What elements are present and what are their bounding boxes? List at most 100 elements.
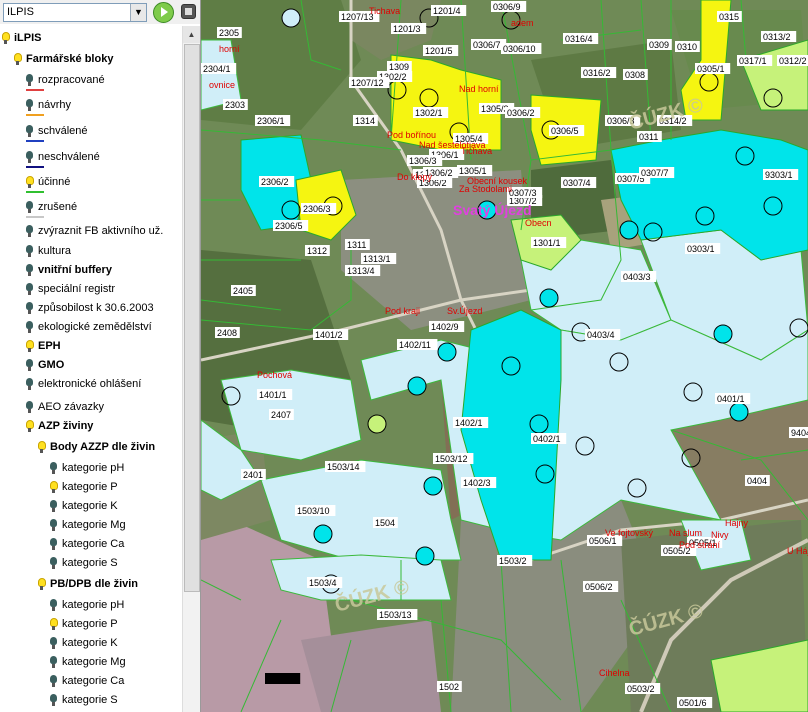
parcel-label: 1402/9: [431, 322, 459, 332]
parcel-label: 0403/4: [587, 330, 615, 340]
bulb-on-icon[interactable]: [38, 578, 46, 590]
parcel-label: 2408: [217, 328, 237, 338]
bulb-on-icon[interactable]: [50, 618, 58, 630]
bulb-off-icon[interactable]: [26, 125, 33, 137]
tree-item[interactable]: kategorie Mg: [0, 655, 182, 671]
tree-item[interactable]: neschválené: [0, 150, 182, 168]
locality-label: Za Stodolami: [459, 184, 512, 194]
bulb-off-icon[interactable]: [26, 321, 33, 333]
bulb-off-icon[interactable]: [50, 656, 57, 668]
layer-set-dropdown[interactable]: ILPIS ▼: [3, 3, 147, 22]
bulb-off-icon[interactable]: [26, 378, 33, 390]
tree-item[interactable]: kategorie S: [0, 693, 182, 709]
tree-item[interactable]: účinné: [0, 175, 182, 193]
bulb-off-icon[interactable]: [26, 359, 33, 371]
tree-item[interactable]: ekologické zemědělství: [0, 320, 182, 336]
tree-item[interactable]: AEO závazky: [0, 400, 182, 416]
tree-item[interactable]: zvýraznit FB aktivního už.: [0, 224, 182, 240]
parcel-label: 0306/5: [551, 126, 579, 136]
tree-item[interactable]: kategorie K: [0, 499, 182, 515]
chevron-down-icon[interactable]: ▼: [130, 4, 146, 21]
bulb-off-icon[interactable]: [50, 500, 57, 512]
bulb-off-icon[interactable]: [26, 401, 33, 413]
locality-label: ovnice: [209, 80, 235, 90]
parcel-label: 1503/12: [435, 454, 468, 464]
locality-label: Pochová: [257, 370, 292, 380]
parcel-label: 0310: [677, 42, 697, 52]
bulb-off-icon[interactable]: [26, 245, 33, 257]
locality-label: Ve fojtovský: [605, 528, 654, 538]
bulb-on-icon[interactable]: [2, 32, 10, 44]
tree-item[interactable]: iLPIS: [0, 31, 182, 47]
parcel-label: 1402/3: [463, 478, 491, 488]
map-canvas[interactable]: 1207/131201/4 0306/903152305 1201/30306/70…: [201, 0, 808, 712]
tree-item[interactable]: vnitřní buffery: [0, 263, 182, 279]
bulb-off-icon[interactable]: [50, 538, 57, 550]
bulb-off-icon[interactable]: [50, 637, 57, 649]
parcel-label: 1503/4: [309, 578, 337, 588]
tree-item[interactable]: kategorie pH: [0, 461, 182, 477]
parcel-label: 2306/5: [275, 221, 303, 231]
tree-item[interactable]: EPH: [0, 339, 182, 355]
bulb-on-icon[interactable]: [26, 340, 34, 352]
bulb-off-icon[interactable]: [26, 74, 33, 86]
tree-item[interactable]: PB/DPB dle živin: [0, 577, 182, 593]
parcel-label: 0402/1: [533, 434, 561, 444]
bulb-off-icon[interactable]: [26, 225, 33, 237]
map-view[interactable]: 1207/13 1201/4 0306/9 0315 2305 1201/3 0306/7 0…: [201, 0, 808, 712]
parcel-label: 0403/3: [623, 272, 651, 282]
tree-item[interactable]: zrušené: [0, 200, 182, 218]
stop-button[interactable]: [181, 4, 196, 19]
tree-item[interactable]: kategorie Ca: [0, 537, 182, 553]
tree-item[interactable]: kategorie Mg: [0, 518, 182, 534]
locality-label: Hajny: [725, 518, 749, 528]
tree-item[interactable]: návrhy: [0, 98, 182, 116]
tree-item[interactable]: AZP živiny: [0, 419, 182, 435]
bulb-on-icon[interactable]: [26, 176, 34, 188]
bulb-off-icon[interactable]: [26, 302, 33, 314]
tree-item[interactable]: kategorie K: [0, 636, 182, 652]
bulb-off-icon[interactable]: [50, 599, 57, 611]
bulb-off-icon[interactable]: [26, 201, 33, 213]
tree-item[interactable]: speciální registr: [0, 282, 182, 298]
tree-item-label: kategorie K: [62, 637, 118, 649]
tree-item[interactable]: kategorie P: [0, 617, 182, 633]
tree-item[interactable]: schválené: [0, 124, 182, 142]
tree-item-label: zrušené: [38, 201, 78, 213]
tree-item[interactable]: kategorie P: [0, 480, 182, 496]
parcel-label: 0308: [625, 70, 645, 80]
tree-item-label: kategorie Ca: [62, 675, 125, 687]
tree-item-label: iLPIS: [14, 32, 42, 44]
bulb-off-icon[interactable]: [50, 694, 57, 706]
bulb-on-icon[interactable]: [26, 420, 34, 432]
tree-item[interactable]: elektronické ohlášení: [0, 377, 182, 393]
scroll-up-icon[interactable]: ▲: [183, 26, 200, 43]
tree-item[interactable]: kategorie Ca: [0, 674, 182, 690]
bulb-on-icon[interactable]: [38, 441, 46, 453]
bulb-off-icon[interactable]: [26, 264, 33, 276]
tree-item[interactable]: způsobilost k 30.6.2003: [0, 301, 182, 317]
locality-label: Pod kraji: [385, 306, 420, 316]
panel-scrollbar[interactable]: ▲: [182, 26, 200, 712]
bulb-off-icon[interactable]: [26, 99, 33, 111]
scrollbar-thumb[interactable]: [184, 44, 200, 592]
bulb-off-icon[interactable]: [50, 675, 57, 687]
tree-item[interactable]: kategorie S: [0, 556, 182, 572]
tree-item[interactable]: rozpracované: [0, 73, 182, 91]
tree-item[interactable]: Farmářské bloky: [0, 52, 182, 68]
tree-item[interactable]: kategorie pH: [0, 598, 182, 614]
bulb-on-icon[interactable]: [50, 481, 58, 493]
tree-item[interactable]: Body AZZP dle živin: [0, 440, 182, 456]
bulb-off-icon[interactable]: [50, 557, 57, 569]
bulb-off-icon[interactable]: [26, 151, 33, 163]
bulb-off-icon[interactable]: [50, 462, 57, 474]
bulb-off-icon[interactable]: [50, 519, 57, 531]
refresh-map-button[interactable]: [153, 2, 174, 23]
bulb-off-icon[interactable]: [26, 283, 33, 295]
parcel-label: 1401/1: [259, 390, 287, 400]
tree-item-label: PB/DPB dle živin: [50, 578, 139, 590]
tree-item-label: rozpracované: [38, 74, 105, 86]
bulb-on-icon[interactable]: [14, 53, 22, 65]
tree-item[interactable]: GMO: [0, 358, 182, 374]
tree-item[interactable]: kultura: [0, 244, 182, 260]
